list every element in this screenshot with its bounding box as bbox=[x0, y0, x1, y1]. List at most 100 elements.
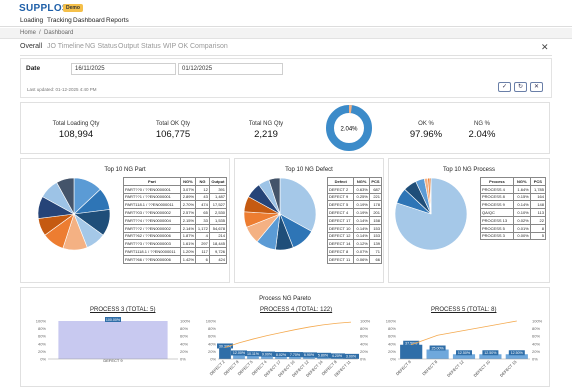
panel-title: Top 10 NG Defect bbox=[235, 167, 383, 173]
table-row[interactable]: PART??4 / ??EN00000042.15%331,535 bbox=[124, 216, 227, 224]
table-row[interactable]: QA/QC0.10%113 bbox=[481, 209, 546, 217]
y2-tick-label: 80% bbox=[180, 326, 188, 331]
table-cell: 178 bbox=[369, 201, 381, 209]
bar-value-label: 12.00% bbox=[233, 351, 246, 355]
table-row[interactable]: PART??1 / ??EN00000012.89%431,487 bbox=[124, 193, 227, 201]
table-cell: 0.00% bbox=[513, 232, 530, 240]
table-cell: 0.01% bbox=[513, 224, 530, 232]
table-row[interactable]: PROCESS 90.14%148 bbox=[481, 201, 546, 209]
table-row[interactable]: PROCESS 50.01%8 bbox=[481, 224, 546, 232]
table-row[interactable]: DEFECT 120.14%153 bbox=[328, 232, 382, 240]
table-cell: PROCESS 9 bbox=[481, 201, 514, 209]
table-cell: 0.14% bbox=[354, 232, 369, 240]
table-row[interactable]: PROCESS 130.02%22 bbox=[481, 216, 546, 224]
table-cell: 43 bbox=[196, 193, 210, 201]
breadcrumb: Home / Dashboard bbox=[0, 28, 572, 39]
table-row[interactable]: PROCESS 41.64%1,785 bbox=[481, 185, 546, 193]
panel-title: Top 10 NG Process bbox=[389, 167, 549, 173]
table-cell: 2.15% bbox=[180, 216, 195, 224]
date-to-input[interactable]: 01/12/2025 bbox=[178, 63, 283, 75]
table-row[interactable]: DEFECT 50.19%178 bbox=[328, 201, 382, 209]
kpi-total-loading: Total Loading Qty 108,994 bbox=[46, 121, 106, 140]
table-cell: DEFECT 17 bbox=[328, 216, 354, 224]
ng-process-pie bbox=[393, 176, 469, 252]
y2-tick-label: 100% bbox=[360, 319, 371, 324]
pareto-bar[interactable] bbox=[58, 321, 167, 359]
table-row[interactable]: PART??0 / ??EN00000013.07%12391 bbox=[124, 185, 227, 193]
table-cell: 391 bbox=[209, 185, 226, 193]
y2-tick-label: 0% bbox=[532, 357, 538, 362]
last-updated-text: Last updated: 01-12-2025 4:40 PM bbox=[27, 87, 97, 92]
apply-button[interactable]: ✓ bbox=[498, 82, 511, 92]
refresh-button[interactable]: ↻ bbox=[514, 82, 527, 92]
bar-value-label: 25.00% bbox=[431, 346, 444, 350]
tab-ng-status[interactable]: NG Status bbox=[85, 43, 117, 50]
pareto-bar[interactable] bbox=[400, 345, 422, 359]
table-row[interactable]: DEFECT 140.12%139 bbox=[328, 240, 382, 248]
pareto-bar[interactable] bbox=[219, 347, 231, 359]
table-cell: 6 bbox=[196, 255, 210, 263]
table-cell: DEFECT 8 bbox=[328, 248, 354, 256]
table-row[interactable]: DEFECT 40.19%201 bbox=[328, 209, 382, 217]
table-row[interactable]: DEFECT 170.14%158 bbox=[328, 216, 382, 224]
table-cell: PART?66 / ??EN0000006 bbox=[124, 255, 181, 263]
pareto-bar[interactable] bbox=[427, 350, 449, 360]
y-tick-label: 40% bbox=[38, 341, 46, 346]
y-tick-label: 60% bbox=[388, 334, 396, 339]
ng-process-table: ProcessNG%PCSPROCESS 41.64%1,785PROCESS … bbox=[480, 177, 546, 240]
menu-dashboard[interactable]: Dashboard bbox=[73, 17, 105, 24]
bar-value-label: 12.50% bbox=[458, 351, 471, 355]
table-header: PCS bbox=[369, 178, 381, 186]
table-header: PCS bbox=[530, 178, 545, 186]
table-row[interactable]: PART?62 / ??EN00000061.87%4214 bbox=[124, 232, 227, 240]
menu-reports[interactable]: Reports bbox=[106, 17, 129, 24]
kpi-value: 2,219 bbox=[236, 129, 296, 140]
table-row[interactable]: DEFECT 110.06%66 bbox=[328, 255, 382, 263]
table-cell: 1.61% bbox=[180, 240, 195, 248]
tab-overall[interactable]: Overall bbox=[20, 43, 42, 50]
table-row[interactable]: PART?66 / ??EN00000061.42%6424 bbox=[124, 255, 227, 263]
table-header: NG% bbox=[180, 178, 195, 186]
table-row[interactable]: PROCESS 80.15%164 bbox=[481, 193, 546, 201]
table-row[interactable]: PROCESS 30.00%5 bbox=[481, 232, 546, 240]
y2-tick-label: 0% bbox=[180, 357, 186, 362]
date-from-input[interactable]: 16/11/2025 bbox=[71, 63, 176, 75]
date-label: Date bbox=[26, 65, 40, 72]
table-row[interactable]: PART??3 / ??EN00000031.61%29718,445 bbox=[124, 240, 227, 248]
y-tick-label: 40% bbox=[208, 341, 216, 346]
menu-tracking[interactable]: Tracking bbox=[47, 17, 72, 24]
kpi-total-ok: Total OK Qty 106,775 bbox=[143, 121, 203, 140]
table-row[interactable]: PART?03 / ??EN00000022.57%652,530 bbox=[124, 209, 227, 217]
y-tick-label: 0% bbox=[210, 357, 216, 362]
env-badge: Demo bbox=[63, 4, 83, 12]
table-cell: 8 bbox=[530, 224, 545, 232]
table-cell: 0.25% bbox=[354, 193, 369, 201]
tab-jo-timeline[interactable]: JO Timeline bbox=[47, 43, 84, 50]
table-row[interactable]: DEFECT 80.07%71 bbox=[328, 248, 382, 256]
ng-part-table: PartNG%NGOutputPART??0 / ??EN00000013.07… bbox=[123, 177, 227, 264]
table-row[interactable]: PART1118.1 / ??EN00000111.20%1179,726 bbox=[124, 248, 227, 256]
clear-button[interactable]: ✕ bbox=[530, 82, 543, 92]
table-cell: 0.19% bbox=[354, 201, 369, 209]
breadcrumb-home[interactable]: Home bbox=[20, 30, 36, 36]
table-header: NG% bbox=[513, 178, 530, 186]
close-icon[interactable]: ✕ bbox=[541, 42, 549, 53]
table-cell: 0.06% bbox=[354, 255, 369, 263]
table-row[interactable]: DEFECT 90.25%221 bbox=[328, 193, 382, 201]
table-row[interactable]: PART??2 / ??EN00000022.14%1,17254,678 bbox=[124, 224, 227, 232]
table-row[interactable]: DEFECT 100.14%153 bbox=[328, 224, 382, 232]
tab-wip-ok[interactable]: WIP OK bbox=[163, 43, 188, 50]
kpi-value: 106,775 bbox=[143, 129, 203, 140]
table-cell: PROCESS 5 bbox=[481, 224, 514, 232]
table-cell: 33 bbox=[196, 216, 210, 224]
table-cell: 1.87% bbox=[180, 232, 195, 240]
tab-comparison[interactable]: Comparison bbox=[190, 43, 228, 50]
table-row[interactable]: DEFECT 20.63%687 bbox=[328, 185, 382, 193]
menu-loading[interactable]: Loading bbox=[20, 17, 43, 24]
tab-output-status[interactable]: Output Status bbox=[118, 43, 161, 50]
table-cell: PART??1 / ??EN0000001 bbox=[124, 193, 181, 201]
ng-defect-pie bbox=[242, 176, 318, 252]
table-cell: 1,535 bbox=[209, 216, 226, 224]
table-row[interactable]: PART118.1 / ??EN00000112.70%47417,527 bbox=[124, 201, 227, 209]
y2-tick-label: 20% bbox=[180, 349, 188, 354]
